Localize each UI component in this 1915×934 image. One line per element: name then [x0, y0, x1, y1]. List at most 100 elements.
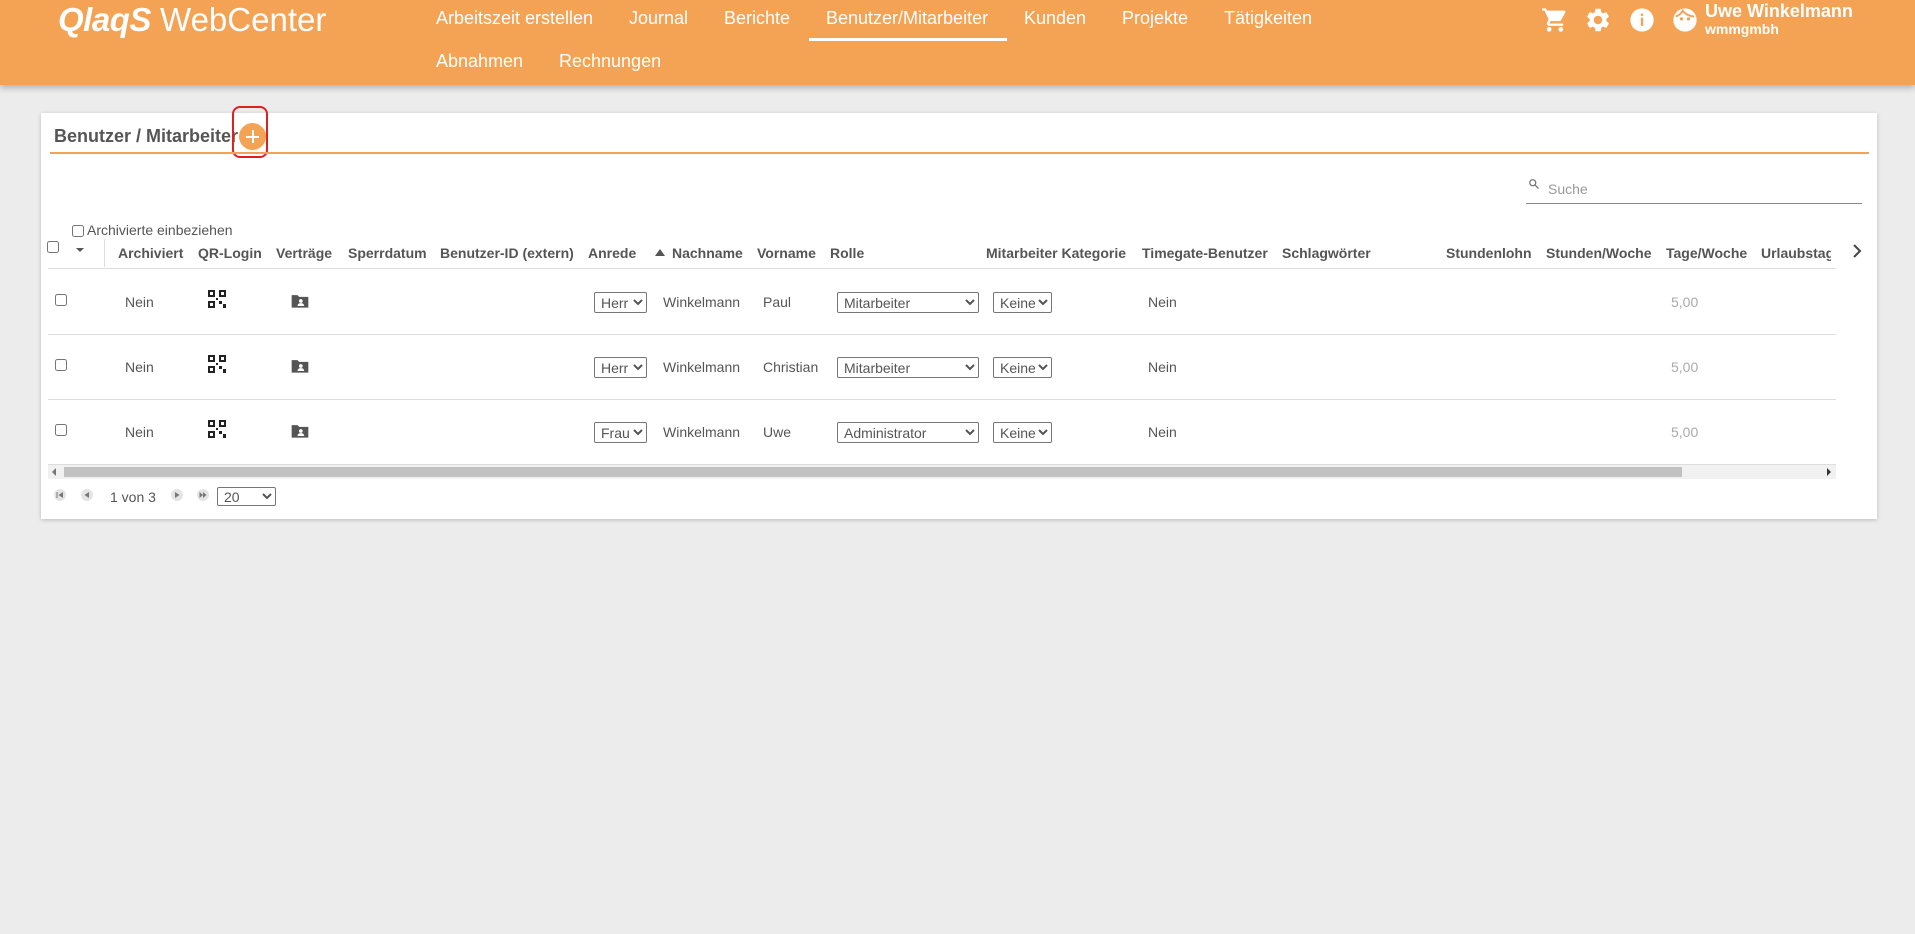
- column-header-stunden-woche[interactable]: Stunden/Woche: [1546, 245, 1652, 261]
- qr-code-icon[interactable]: [207, 419, 227, 439]
- search-box: [1526, 173, 1862, 204]
- column-header-rolle[interactable]: Rolle: [830, 245, 864, 261]
- brand-name: QlaqS: [58, 1, 151, 38]
- kategorie-select[interactable]: Keine: [993, 357, 1052, 378]
- nav-abnahmen[interactable]: Abnahmen: [436, 51, 523, 72]
- info-icon[interactable]: [1628, 6, 1656, 34]
- nav-kunden[interactable]: Kunden: [1024, 8, 1086, 29]
- column-header-vertraege[interactable]: Verträge: [276, 245, 332, 261]
- column-header-mitarbeiter-kategorie[interactable]: Mitarbeiter Kategorie: [986, 245, 1126, 261]
- scroll-right-arrow-icon[interactable]: [1827, 468, 1831, 476]
- column-header-qr-login[interactable]: QR-Login: [198, 245, 262, 261]
- anrede-select[interactable]: Herr: [594, 292, 647, 313]
- rolle-select[interactable]: Administrator: [837, 422, 979, 443]
- page-size-select[interactable]: 20: [217, 487, 276, 506]
- row-checkbox[interactable]: [55, 294, 67, 306]
- app-logo[interactable]: QlaqS WebCenter: [58, 0, 326, 40]
- column-header-archiviert[interactable]: Archiviert: [118, 245, 183, 261]
- row-checkbox[interactable]: [55, 359, 67, 371]
- cell-nachname: Winkelmann: [663, 294, 741, 310]
- top-navigation-bar: QlaqS WebCenter Arbeitszeit erstellen Jo…: [0, 0, 1915, 85]
- column-header-anrede[interactable]: Anrede: [588, 245, 636, 261]
- nav-berichte[interactable]: Berichte: [724, 8, 790, 29]
- contract-folder-icon[interactable]: [290, 291, 310, 311]
- column-header-tage-woche[interactable]: Tage/Woche: [1666, 245, 1747, 261]
- column-header-timegate-benutzer[interactable]: Timegate-Benutzer: [1142, 245, 1268, 261]
- nav-arbeitszeit-erstellen[interactable]: Arbeitszeit erstellen: [436, 8, 593, 29]
- users-card: Benutzer / Mitarbeiter Archivierte einbe…: [41, 106, 1877, 519]
- header-divider: [48, 268, 1836, 269]
- column-header-benutzer-id[interactable]: Benutzer-ID (extern): [440, 245, 574, 261]
- search-icon: [1529, 179, 1539, 189]
- anrede-select[interactable]: Herr: [594, 357, 647, 378]
- first-page-icon: [56, 492, 63, 498]
- cell-tage-woche: 5,00: [1671, 294, 1699, 310]
- anrede-select[interactable]: Frau: [594, 422, 647, 443]
- cell-timegate: Nein: [1148, 424, 1177, 440]
- add-user-button[interactable]: [239, 123, 266, 150]
- cell-tage-woche: 5,00: [1671, 424, 1699, 440]
- qr-code-icon[interactable]: [207, 289, 227, 309]
- column-header-vorname[interactable]: Vorname: [757, 245, 816, 261]
- kategorie-select[interactable]: Keine: [993, 292, 1052, 313]
- column-header-urlaubstage[interactable]: Urlaubstag: [1761, 245, 1831, 261]
- cell-timegate: Nein: [1148, 294, 1177, 310]
- user-company: wmmgmbh: [1705, 21, 1779, 37]
- cell-archiviert: Nein: [125, 294, 154, 310]
- include-archived-label: Archivierte einbeziehen: [87, 222, 233, 238]
- next-page-button[interactable]: [171, 489, 183, 501]
- include-archived-checkbox[interactable]: [72, 225, 84, 237]
- include-archived-toggle[interactable]: Archivierte einbeziehen: [72, 222, 233, 238]
- contract-folder-icon[interactable]: [290, 421, 310, 441]
- next-page-icon: [175, 492, 180, 498]
- last-page-button[interactable]: [197, 489, 209, 501]
- nav-projekte[interactable]: Projekte: [1122, 8, 1188, 29]
- row-divider: [48, 334, 1836, 335]
- cell-vorname: Uwe: [763, 424, 792, 440]
- cart-icon[interactable]: [1541, 6, 1569, 34]
- sort-ascending-icon: [655, 249, 665, 256]
- row-divider: [48, 399, 1836, 400]
- cell-tage-woche: 5,00: [1671, 359, 1699, 375]
- select-all-column: [46, 239, 105, 267]
- pager-status: 1 von 3: [110, 489, 156, 505]
- column-header-stundenlohn[interactable]: Stundenlohn: [1446, 245, 1532, 261]
- nav-benutzer-mitarbeiter[interactable]: Benutzer/Mitarbeiter: [826, 8, 988, 29]
- scroll-left-arrow-icon[interactable]: [52, 468, 56, 476]
- user-name[interactable]: Uwe Winkelmann: [1705, 1, 1853, 22]
- contract-folder-icon[interactable]: [290, 356, 310, 376]
- horizontal-scrollbar[interactable]: [48, 465, 1836, 479]
- cell-vorname: Paul: [763, 294, 792, 310]
- previous-page-icon: [84, 492, 89, 498]
- scrollbar-thumb[interactable]: [64, 467, 1682, 477]
- column-header-schlagwoerter[interactable]: Schlagwörter: [1282, 245, 1371, 261]
- first-page-button[interactable]: [54, 489, 66, 501]
- column-header-nachname[interactable]: Nachname: [672, 245, 743, 261]
- cell-nachname: Winkelmann: [663, 359, 741, 375]
- select-menu-caret-icon[interactable]: [75, 247, 85, 253]
- cell-timegate: Nein: [1148, 359, 1177, 375]
- product-name: WebCenter: [160, 1, 327, 38]
- nav-taetigkeiten[interactable]: Tätigkeiten: [1224, 8, 1312, 29]
- row-checkbox[interactable]: [55, 424, 67, 436]
- kategorie-select[interactable]: Keine: [993, 422, 1052, 443]
- gear-icon[interactable]: [1584, 6, 1612, 34]
- qr-code-icon[interactable]: [207, 354, 227, 374]
- user-face-icon[interactable]: [1671, 6, 1699, 34]
- page-title: Benutzer / Mitarbeiter: [54, 126, 239, 146]
- column-header-sperrdatum[interactable]: Sperrdatum: [348, 245, 427, 261]
- rolle-select[interactable]: Mitarbeiter: [837, 357, 979, 378]
- select-all-checkbox[interactable]: [47, 241, 59, 253]
- cell-vorname: Christian: [763, 359, 819, 375]
- chevron-right-icon[interactable]: [1849, 243, 1865, 259]
- rolle-select[interactable]: Mitarbeiter: [837, 292, 979, 313]
- cell-nachname: Winkelmann: [663, 424, 741, 440]
- nav-rechnungen[interactable]: Rechnungen: [559, 51, 661, 72]
- title-divider: [50, 152, 1869, 154]
- previous-page-button[interactable]: [81, 489, 93, 501]
- search-input[interactable]: [1548, 179, 1848, 199]
- nav-journal[interactable]: Journal: [629, 8, 688, 29]
- active-nav-indicator: [809, 38, 1007, 41]
- cell-archiviert: Nein: [125, 424, 154, 440]
- last-page-icon: [199, 492, 207, 498]
